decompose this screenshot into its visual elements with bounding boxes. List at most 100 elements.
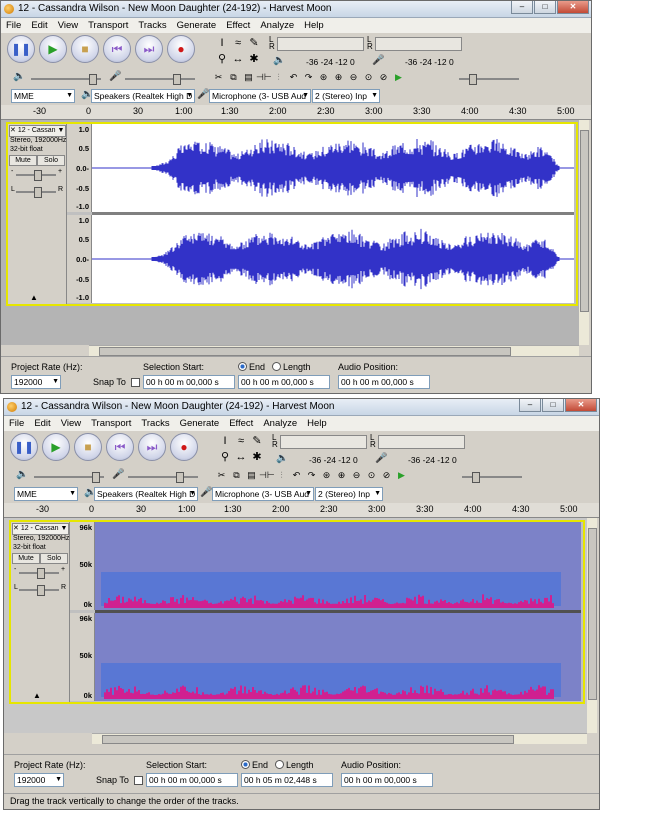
- menu-view[interactable]: View: [53, 18, 83, 33]
- close-icon[interactable]: ✕: [10, 127, 18, 134]
- spectrogram-channel-right[interactable]: [95, 613, 581, 701]
- minimize-button[interactable]: –: [519, 399, 541, 412]
- record-button[interactable]: ●: [170, 433, 198, 461]
- paste-icon[interactable]: ▤: [244, 468, 259, 482]
- menu-analyze[interactable]: Analyze: [255, 18, 299, 33]
- timeline-ruler[interactable]: -30 0 30 1:00 1:30 2:00 2:30 3:00 3:30 4…: [1, 105, 591, 120]
- menu-file[interactable]: File: [4, 416, 29, 431]
- redo-icon[interactable]: ↷: [301, 70, 316, 84]
- menu-edit[interactable]: Edit: [29, 416, 55, 431]
- silence-icon[interactable]: ⫶: [274, 468, 289, 482]
- selection-end-field[interactable]: 00 h 05 m 02,448 s: [241, 773, 333, 787]
- vertical-ruler-ch2[interactable]: 1.0 0.5 0.0- -0.5 -1.0: [67, 215, 92, 303]
- maximize-button[interactable]: □: [534, 1, 556, 14]
- snap-to-checkbox[interactable]: [131, 378, 140, 387]
- audio-track[interactable]: ✕ 12 - Cassan ▼ Stereo, 192000Hz 32-bit …: [9, 520, 585, 704]
- input-device-select[interactable]: Microphone (3- USB Aud ▼: [209, 89, 311, 103]
- solo-button[interactable]: Solo: [37, 155, 65, 166]
- audio-host-select[interactable]: MME ▼: [11, 89, 75, 103]
- maximize-button[interactable]: □: [542, 399, 564, 412]
- vertical-ruler-ch1[interactable]: 1.0 0.5 0.0- -0.5 -1.0: [67, 124, 92, 212]
- spectrogram-channel-left[interactable]: [95, 522, 581, 610]
- pause-button[interactable]: ❚❚: [7, 35, 35, 63]
- mute-button[interactable]: Mute: [12, 553, 40, 564]
- draw-tool-icon[interactable]: ✎: [249, 433, 265, 449]
- multi-tool-icon[interactable]: ✱: [249, 449, 265, 465]
- snap-to-checkbox[interactable]: [134, 776, 143, 785]
- menu-generate[interactable]: Generate: [175, 416, 225, 431]
- play-at-speed-slider[interactable]: [462, 472, 522, 483]
- project-rate-select[interactable]: 192000 ▼: [11, 375, 61, 389]
- project-rate-select[interactable]: 192000 ▼: [14, 773, 64, 787]
- minimize-button[interactable]: –: [511, 1, 533, 14]
- close-icon[interactable]: ✕: [13, 525, 21, 532]
- waveform-channel-right[interactable]: [92, 215, 574, 303]
- sync-lock-icon[interactable]: ⊛: [316, 70, 331, 84]
- timeline-ruler[interactable]: -30 0 30 1:00 1:30 2:00 2:30 3:00 3:30 4…: [4, 503, 599, 518]
- fit-selection-icon[interactable]: ⊙: [361, 70, 376, 84]
- undo-icon[interactable]: ↶: [289, 468, 304, 482]
- track-name-menu[interactable]: ✕ 12 - Cassan ▼: [12, 523, 69, 535]
- vertical-scrollbar[interactable]: [587, 518, 597, 733]
- cut-icon[interactable]: ✂: [214, 468, 229, 482]
- pan-slider[interactable]: [19, 585, 59, 596]
- audio-position-field[interactable]: 00 h 00 m 00,000 s: [341, 773, 433, 787]
- menu-tracks[interactable]: Tracks: [133, 18, 171, 33]
- solo-button[interactable]: Solo: [40, 553, 68, 564]
- selection-start-field[interactable]: 00 h 00 m 00,000 s: [143, 375, 235, 389]
- menu-effect[interactable]: Effect: [221, 18, 255, 33]
- zoom-in-icon[interactable]: ⊕: [334, 468, 349, 482]
- menu-analyze[interactable]: Analyze: [258, 416, 302, 431]
- collapse-track-icon[interactable]: ▲: [30, 293, 38, 302]
- zoom-tool-icon[interactable]: ⚲: [214, 51, 230, 67]
- zoom-out-icon[interactable]: ⊖: [346, 70, 361, 84]
- menu-view[interactable]: View: [56, 416, 86, 431]
- track-name-menu[interactable]: ✕ 12 - Cassan ▼: [9, 125, 66, 137]
- play-button[interactable]: ▶: [39, 35, 67, 63]
- stop-button[interactable]: ■: [74, 433, 102, 461]
- silence-icon[interactable]: ⫶: [271, 70, 286, 84]
- copy-icon[interactable]: ⧉: [229, 468, 244, 482]
- audio-track[interactable]: ✕ 12 - Cassan ▼ Stereo, 192000Hz 32-bit …: [6, 122, 578, 306]
- waveform-channel-left[interactable]: [92, 124, 574, 212]
- gain-slider[interactable]: [19, 568, 59, 579]
- output-volume-slider[interactable]: [34, 472, 104, 483]
- cut-icon[interactable]: ✂: [211, 70, 226, 84]
- gain-slider[interactable]: [16, 170, 56, 181]
- input-volume-slider[interactable]: [128, 472, 198, 483]
- record-meter[interactable]: LR: [370, 434, 465, 449]
- redo-icon[interactable]: ↷: [304, 468, 319, 482]
- menu-help[interactable]: Help: [302, 416, 332, 431]
- close-button[interactable]: ✕: [557, 1, 589, 14]
- draw-tool-icon[interactable]: ✎: [246, 35, 262, 51]
- fit-project-icon[interactable]: ⊘: [376, 70, 391, 84]
- spectrogram-scale-ch2[interactable]: 96k 50k 0k: [70, 613, 95, 701]
- audio-host-select[interactable]: MME ▼: [14, 487, 78, 501]
- length-radio[interactable]: Length: [272, 362, 311, 372]
- record-button[interactable]: ●: [167, 35, 195, 63]
- trim-icon[interactable]: ⊣⊢: [256, 70, 272, 84]
- mute-button[interactable]: Mute: [9, 155, 37, 166]
- copy-icon[interactable]: ⧉: [226, 70, 241, 84]
- length-radio[interactable]: Length: [275, 760, 314, 770]
- menu-transport[interactable]: Transport: [83, 18, 133, 33]
- menu-file[interactable]: File: [1, 18, 26, 33]
- zoom-tool-icon[interactable]: ⚲: [217, 449, 233, 465]
- end-radio[interactable]: End: [238, 362, 265, 372]
- output-volume-slider[interactable]: [31, 74, 101, 85]
- input-device-select[interactable]: Microphone (3- USB Aud ▼: [212, 487, 314, 501]
- selection-tool-icon[interactable]: I: [214, 35, 230, 51]
- selection-start-field[interactable]: 00 h 00 m 00,000 s: [146, 773, 238, 787]
- pause-button[interactable]: ❚❚: [10, 433, 38, 461]
- horizontal-scrollbar[interactable]: [89, 345, 579, 356]
- playback-meter[interactable]: LR: [269, 36, 364, 51]
- skip-to-start-button[interactable]: ⏮: [103, 35, 131, 63]
- play-at-speed-icon[interactable]: ▶: [391, 70, 406, 84]
- end-radio[interactable]: End: [241, 760, 268, 770]
- play-at-speed-icon[interactable]: ▶: [394, 468, 409, 482]
- spectrogram-scale-ch1[interactable]: 96k 50k 0k: [70, 522, 95, 610]
- playback-meter[interactable]: LR: [272, 434, 367, 449]
- horizontal-scrollbar[interactable]: [92, 733, 587, 744]
- close-button[interactable]: ✕: [565, 399, 597, 412]
- skip-to-start-button[interactable]: ⏮: [106, 433, 134, 461]
